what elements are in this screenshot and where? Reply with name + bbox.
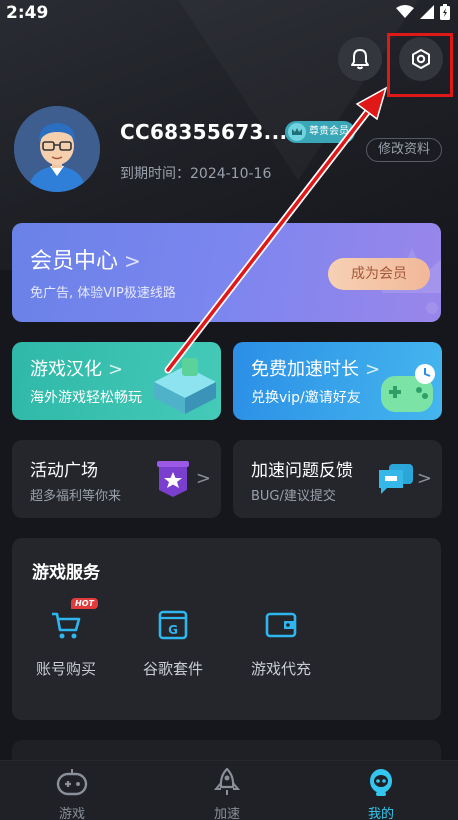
gamepad-icon — [56, 769, 88, 796]
tab-label: 加速 — [213, 807, 240, 820]
rocket-icon — [213, 767, 241, 795]
tab-accelerate[interactable]: 加速 — [182, 767, 272, 820]
tab-mine[interactable]: 我的 — [336, 767, 426, 820]
bottom-tab-bar: 游戏 加速 我的 — [0, 760, 458, 820]
profile-robot-icon — [370, 769, 392, 796]
tab-label: 我的 — [367, 807, 394, 820]
tab-label: 游戏 — [58, 807, 85, 820]
tab-game[interactable]: 游戏 — [27, 767, 117, 820]
annotation-arrow — [164, 86, 388, 374]
